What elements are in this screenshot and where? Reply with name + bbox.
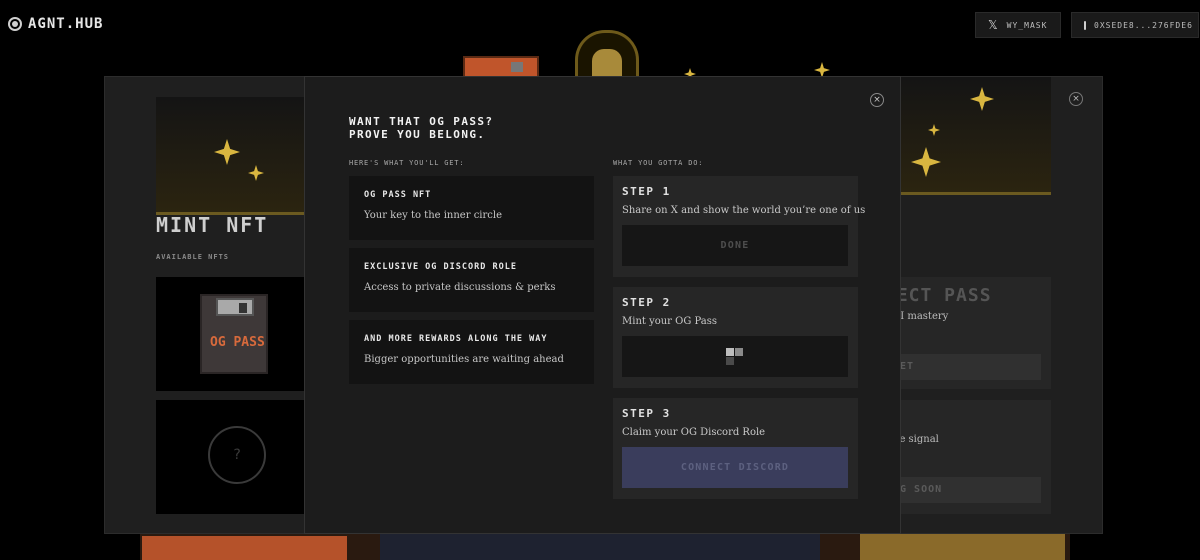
- x-account-button[interactable]: 𝕏 WY_MASK: [975, 12, 1061, 38]
- step-title: STEP 3: [622, 407, 671, 420]
- perk-desc: Access to private discussions & perks: [364, 282, 556, 293]
- headline-line-2: PROVE YOU BELONG.: [349, 128, 486, 141]
- step-title: STEP 1: [622, 185, 671, 198]
- steps-label: WHAT YOU GOTTA DO:: [613, 159, 704, 167]
- nft-card-og-pass[interactable]: OG PASS: [156, 277, 315, 391]
- wallet-address: 0XSEDE8...276FDE6: [1094, 20, 1193, 30]
- perk-card-discord-role: EXCLUSIVE OG DISCORD ROLE Access to priv…: [349, 248, 594, 312]
- step-desc: Mint your OG Pass: [622, 316, 718, 327]
- floppy-disk-image: OG PASS: [200, 294, 268, 374]
- nft-card-mystery[interactable]: ?: [156, 400, 315, 514]
- perk-title: OG PASS NFT: [364, 190, 432, 200]
- perk-title: EXCLUSIVE OG DISCORD ROLE: [364, 262, 517, 272]
- perk-card-more-rewards: AND MORE REWARDS ALONG THE WAY Bigger op…: [349, 320, 594, 384]
- step-title: STEP 2: [622, 296, 671, 309]
- x-icon: 𝕏: [988, 18, 999, 32]
- sparkle-icon: [970, 87, 994, 111]
- perk-card-og-pass-nft: OG PASS NFT Your key to the inner circle: [349, 176, 594, 240]
- floppy-label: OG PASS: [210, 335, 265, 350]
- coming-soon-button[interactable]: NG SOON: [893, 477, 1041, 503]
- modal-headline: WANT THAT OG PASS? PROVE YOU BELONG.: [349, 115, 493, 141]
- headline-line-1: WANT THAT OG PASS?: [349, 115, 494, 128]
- pixel-floor-tile: [860, 534, 1065, 560]
- perks-label: HERE'S WHAT YOU'LL GET:: [349, 159, 465, 167]
- pixel-character: [575, 30, 639, 79]
- close-icon[interactable]: ×: [1069, 92, 1083, 106]
- close-icon[interactable]: ×: [870, 93, 884, 107]
- mint-nft-panel: MINT NFT AVAILABLE NFTS OG PASS ?: [104, 76, 315, 534]
- connect-discord-button[interactable]: CONNECT DISCORD: [622, 447, 848, 488]
- coming-soon-card: he signal NG SOON: [893, 400, 1051, 514]
- wallet-button[interactable]: 0XSEDE8...276FDE6: [1071, 12, 1199, 38]
- sparkle-icon: [248, 165, 264, 181]
- pixel-crate: [463, 56, 539, 78]
- perk-desc: Your key to the inner circle: [364, 210, 502, 221]
- logo[interactable]: AGNT.HUB: [8, 16, 103, 32]
- available-nfts-label: AVAILABLE NFTS: [156, 253, 230, 261]
- sparkle-icon: [928, 124, 940, 136]
- step-card-2: STEP 2 Mint your OG Pass: [613, 287, 858, 388]
- logo-icon: [8, 17, 22, 31]
- mint-banner: [156, 97, 315, 215]
- logo-text: AGNT.HUB: [28, 16, 104, 32]
- pixel-floor-tile: [142, 536, 347, 560]
- connect-pass-panel: × NECT PASS AI mastery SET he signal NG …: [885, 76, 1103, 534]
- mystery-icon: ?: [208, 426, 266, 484]
- connect-pass-button[interactable]: SET: [893, 354, 1041, 380]
- step-desc: Claim your OG Discord Role: [622, 427, 766, 438]
- step-card-1: STEP 1 Share on X and show the world you…: [613, 176, 865, 277]
- loading-icon: [726, 348, 744, 366]
- connect-pass-desc: AI mastery: [893, 311, 949, 322]
- wallet-icon: [1084, 20, 1086, 30]
- og-pass-modal: × WANT THAT OG PASS? PROVE YOU BELONG. H…: [304, 76, 901, 534]
- perk-title: AND MORE REWARDS ALONG THE WAY: [364, 334, 548, 344]
- step-desc: Share on X and show the world you’re one…: [622, 205, 866, 216]
- sparkle-icon: [911, 147, 941, 177]
- x-handle: WY_MASK: [1006, 20, 1048, 30]
- done-button[interactable]: DONE: [622, 225, 848, 266]
- mint-title: MINT NFT: [156, 213, 269, 237]
- connect-banner: [893, 77, 1051, 195]
- connect-pass-card: NECT PASS AI mastery SET: [885, 277, 1051, 389]
- pixel-floor-tile: [380, 534, 820, 560]
- step-card-3: STEP 3 Claim your OG Discord Role CONNEC…: [613, 398, 858, 499]
- perk-desc: Bigger opportunities are waiting ahead: [364, 354, 564, 365]
- mint-button[interactable]: [622, 336, 848, 377]
- sparkle-icon: [214, 139, 240, 165]
- floppy-shutter: [216, 298, 254, 316]
